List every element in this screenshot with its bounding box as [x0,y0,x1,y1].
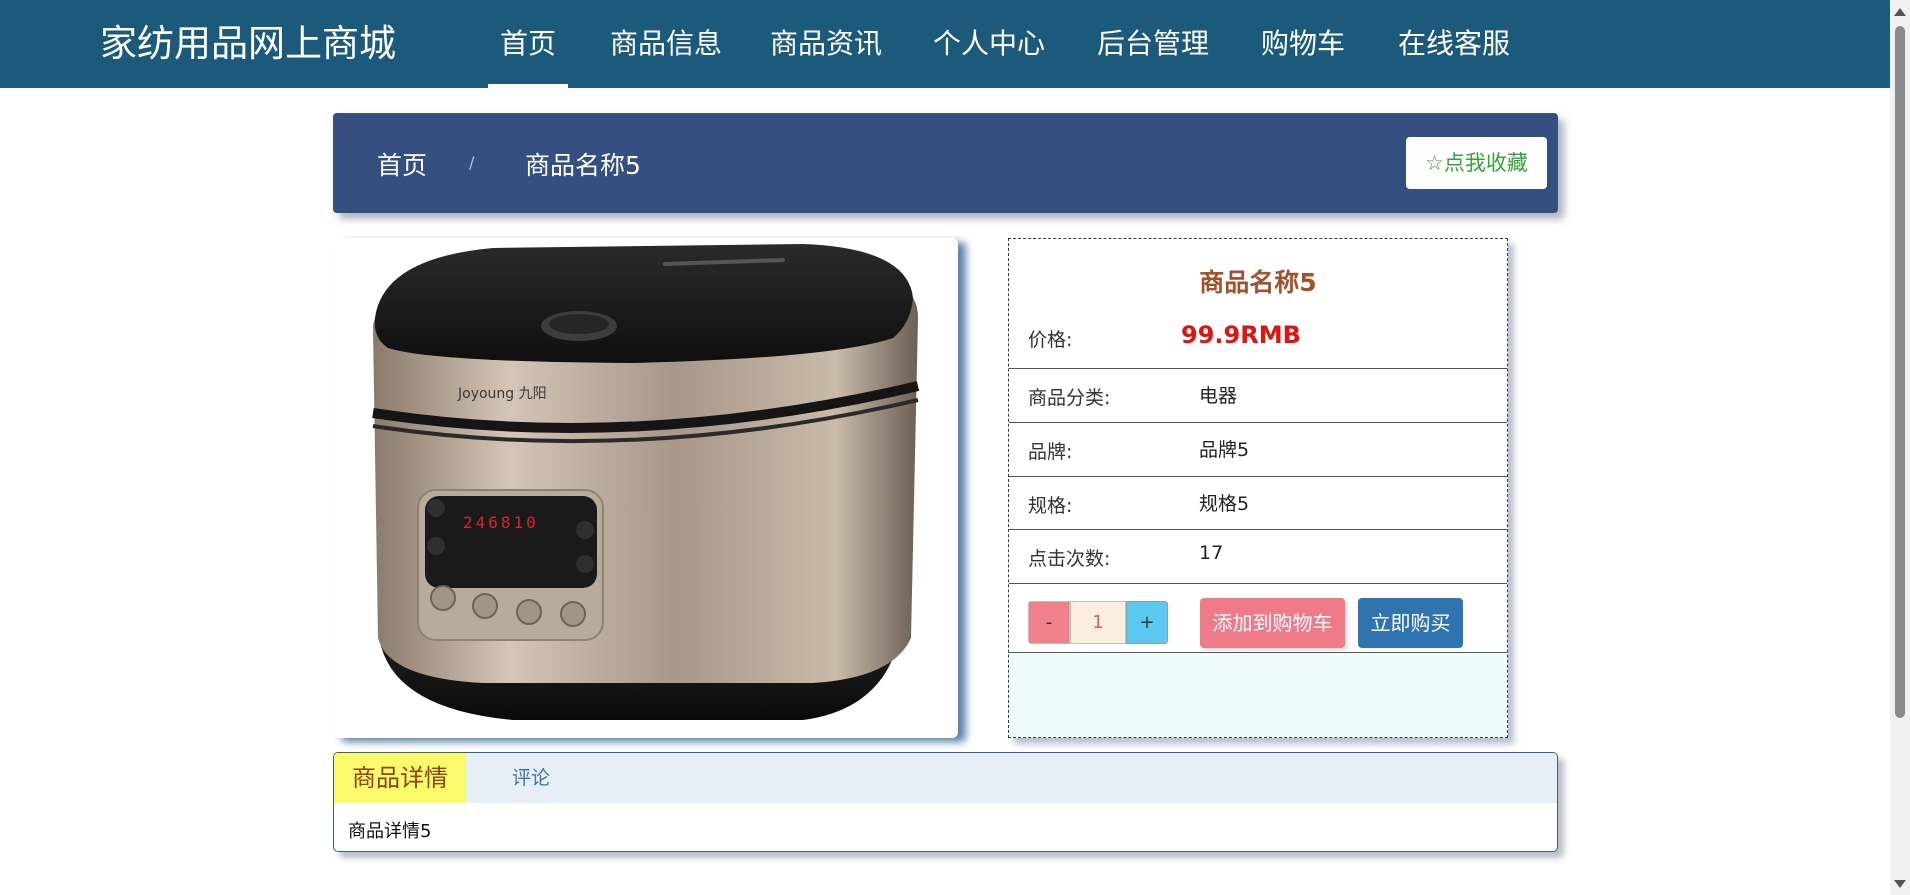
product-name: 商品名称5 [1199,268,1317,297]
breadcrumb-home-link[interactable]: 首页 [377,146,427,182]
info-panel-footer [1009,653,1507,737]
favorite-button[interactable]: ☆点我收藏 [1406,137,1547,189]
category-row: 商品分类: 电器 [1009,369,1507,423]
clicks-label: 点击次数: [1028,548,1111,570]
tab-comments[interactable]: 评论 [512,753,550,803]
brand-value: 品牌5 [1199,439,1250,461]
site-title[interactable]: 家纺用品网上商城 [100,22,396,66]
top-navbar: 家纺用品网上商城 首页 商品信息 商品资讯 个人中心 后台管理 购物车 在线客服 [0,0,1890,88]
nav-active-indicator [488,84,568,88]
buy-now-button[interactable]: 立即购买 [1358,598,1463,648]
breadcrumb-separator: / [469,153,475,172]
scroll-down-arrow-icon[interactable] [1894,880,1906,888]
display-digits: 246810 [463,513,539,532]
add-to-cart-button[interactable]: 添加到购物车 [1200,598,1345,648]
price-value: 99.9RMB [1181,321,1301,349]
brand-marking: Joyoung 九阳 [457,386,547,402]
nav-item-support[interactable]: 在线客服 [1398,24,1510,64]
favorite-button-label: 点我收藏 [1443,151,1528,175]
clicks-row: 点击次数: 17 [1009,530,1507,584]
scrollbar-thumb[interactable] [1895,26,1905,718]
product-info-panel: 商品名称5 价格: 99.9RMB 商品分类: 电器 品牌: 品牌5 规格: 规… [1008,238,1508,738]
brand-label: 品牌: [1028,441,1073,463]
star-outline-icon: ☆ [1425,151,1444,175]
product-image: Joyoung 九阳 246810 [372,244,920,720]
spec-row: 规格: 规格5 [1009,477,1507,530]
tab-details[interactable]: 商品详情 [334,753,466,803]
category-value: 电器 [1199,385,1238,407]
price-row: 价格: 99.9RMB [1009,305,1507,369]
nav-item-home[interactable]: 首页 [500,24,556,64]
spec-value: 规格5 [1199,493,1250,515]
breadcrumb-current: 商品名称5 [525,151,641,180]
clicks-value: 17 [1199,542,1224,564]
product-tabs: 商品详情 评论 商品详情5 [333,752,1558,852]
quantity-decrease-button[interactable]: - [1028,601,1070,644]
nav-item-news[interactable]: 商品资讯 [770,24,882,64]
nav-item-user-center[interactable]: 个人中心 [933,24,1045,64]
breadcrumb: 首页 / 商品名称5 ☆点我收藏 [333,113,1558,213]
quantity-input[interactable]: 1 [1070,601,1126,644]
product-image-card: Joyoung 九阳 246810 [333,238,958,738]
spec-label: 规格: [1028,495,1073,517]
brand-row: 品牌: 品牌5 [1009,423,1507,477]
category-label: 商品分类: [1028,387,1111,409]
price-label: 价格: [1028,329,1073,351]
quantity-increase-button[interactable]: + [1126,601,1168,644]
nav-item-admin[interactable]: 后台管理 [1097,24,1209,64]
nav-item-products[interactable]: 商品信息 [610,24,722,64]
nav-item-cart[interactable]: 购物车 [1261,24,1345,64]
scroll-up-arrow-icon[interactable] [1894,8,1906,16]
tab-content-details: 商品详情5 [348,821,432,842]
